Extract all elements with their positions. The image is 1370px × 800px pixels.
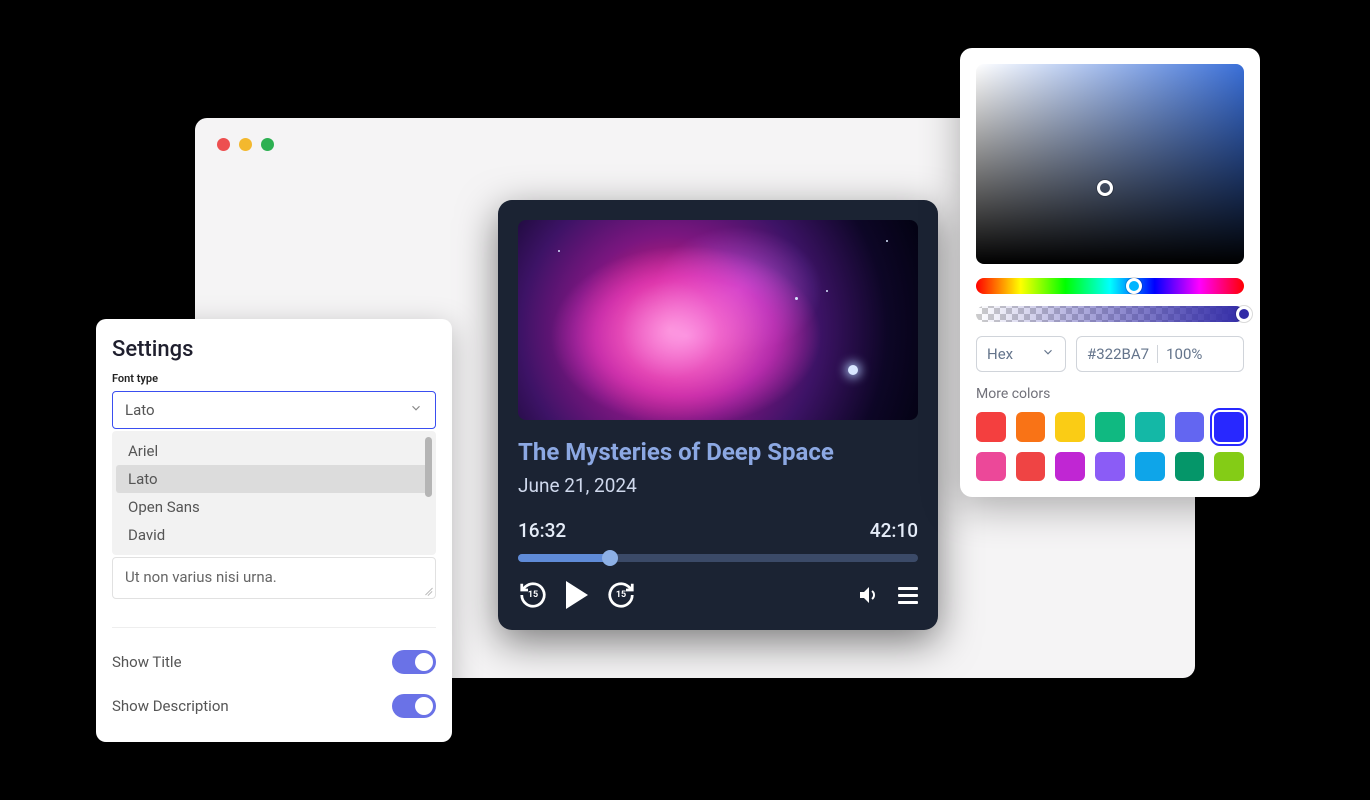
font-type-label: Font type (96, 372, 452, 391)
alpha-slider[interactable] (976, 306, 1244, 322)
color-swatch[interactable] (1016, 412, 1046, 442)
progress-bar[interactable] (518, 554, 918, 562)
track-title: The Mysteries of Deep Space (518, 438, 918, 466)
show-description-label: Show Description (112, 697, 229, 715)
color-swatch[interactable] (976, 412, 1006, 442)
progress-knob[interactable] (602, 550, 618, 566)
color-swatch[interactable] (1016, 452, 1046, 482)
volume-button[interactable] (856, 583, 880, 607)
window-close-icon[interactable] (217, 138, 230, 151)
alpha-value: 100% (1166, 345, 1202, 363)
forward-15-button[interactable]: 15 (606, 580, 636, 610)
settings-title: Settings (96, 337, 452, 372)
saturation-value-area[interactable] (976, 64, 1244, 264)
show-description-toggle[interactable] (392, 694, 436, 718)
toggle-row: Show Description (96, 684, 452, 728)
divider (112, 627, 436, 628)
hex-value: #322BA7 (1087, 345, 1149, 363)
color-swatch[interactable] (1175, 452, 1205, 482)
chevron-down-icon (1041, 345, 1055, 363)
hex-input[interactable]: #322BA7 100% (1076, 336, 1244, 372)
color-picker: Hex #322BA7 100% More colors (960, 48, 1260, 497)
settings-panel: Settings Font type Lato Ariel Lato Open … (96, 319, 452, 742)
font-option[interactable]: Ariel (116, 437, 432, 465)
time-row: 16:32 42:10 (518, 519, 918, 542)
swatch-grid (976, 412, 1244, 481)
show-title-toggle[interactable] (392, 650, 436, 674)
font-option[interactable]: Lato (116, 465, 432, 493)
progress-fill (518, 554, 610, 562)
chevron-down-icon (409, 401, 423, 419)
color-swatch[interactable] (976, 452, 1006, 482)
font-type-selected-value: Lato (125, 401, 155, 419)
hamburger-icon (898, 587, 918, 604)
toggle-row: Show Title (96, 640, 452, 684)
resize-handle-icon[interactable] (422, 585, 432, 595)
hue-knob[interactable] (1126, 278, 1142, 294)
window-minimize-icon[interactable] (239, 138, 252, 151)
color-swatch[interactable] (1135, 452, 1165, 482)
color-swatch[interactable] (1095, 412, 1125, 442)
track-date: June 21, 2024 (518, 474, 918, 497)
alpha-knob[interactable] (1236, 306, 1252, 322)
dropdown-scrollbar[interactable] (425, 437, 432, 549)
volume-icon (856, 583, 880, 607)
color-swatch[interactable] (1135, 412, 1165, 442)
more-colors-label: More colors (976, 386, 1244, 402)
total-time: 42:10 (870, 519, 918, 542)
color-swatch[interactable] (1214, 412, 1244, 442)
rewind-15-button[interactable]: 15 (518, 580, 548, 610)
font-type-select[interactable]: Lato (112, 391, 436, 429)
album-artwork (518, 220, 918, 420)
window-maximize-icon[interactable] (261, 138, 274, 151)
color-swatch[interactable] (1055, 452, 1085, 482)
play-icon (566, 581, 588, 609)
sv-cursor[interactable] (1097, 180, 1113, 196)
description-textarea[interactable]: Ut non varius nisi urna. (112, 557, 436, 599)
color-swatch[interactable] (1095, 452, 1125, 482)
divider (1157, 345, 1158, 363)
menu-button[interactable] (898, 587, 918, 604)
font-type-dropdown: Ariel Lato Open Sans David (112, 431, 436, 555)
player-controls: 15 15 (518, 580, 918, 610)
color-swatch[interactable] (1175, 412, 1205, 442)
color-mode-value: Hex (987, 345, 1013, 363)
play-button[interactable] (566, 581, 588, 609)
textarea-value: Ut non varius nisi urna. (125, 568, 277, 586)
show-title-label: Show Title (112, 653, 182, 671)
color-swatch[interactable] (1214, 452, 1244, 482)
color-mode-select[interactable]: Hex (976, 336, 1066, 372)
color-swatch[interactable] (1055, 412, 1085, 442)
media-player: The Mysteries of Deep Space June 21, 202… (498, 200, 938, 630)
current-time: 16:32 (518, 519, 566, 542)
hue-slider[interactable] (976, 278, 1244, 294)
font-option[interactable]: David (116, 521, 432, 549)
font-option[interactable]: Open Sans (116, 493, 432, 521)
